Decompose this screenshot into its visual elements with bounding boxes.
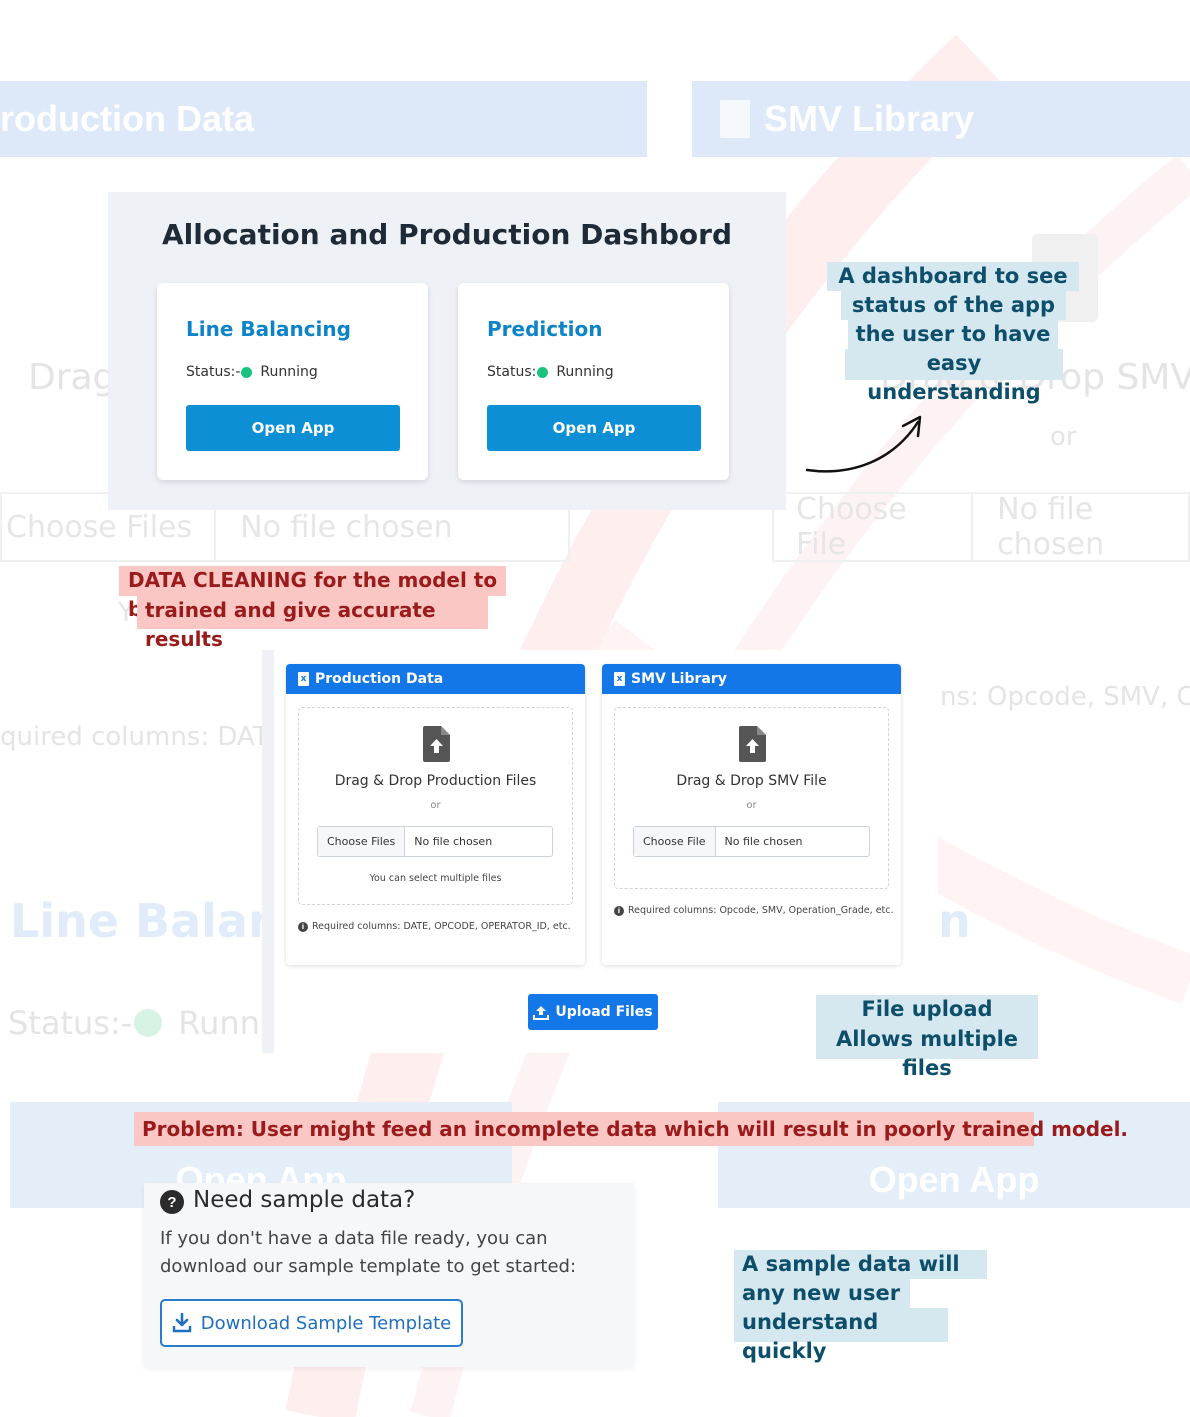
open-app-button[interactable]: Open App bbox=[487, 405, 701, 451]
ghost-status-label: Status:- bbox=[8, 1004, 133, 1042]
status-running-dot-icon bbox=[241, 366, 253, 378]
sample-description: If you don't have a data file ready, you… bbox=[160, 1228, 577, 1277]
dashboard-note-line: A dashboard to see the bbox=[827, 262, 1079, 317]
file-upload-icon bbox=[738, 726, 766, 762]
production-data-header: x Production Data bbox=[286, 664, 585, 694]
ghost-no-file-right: No file chosen bbox=[997, 492, 1105, 562]
required-columns-note: i Required columns: DATE, OPCODE, OPERAT… bbox=[298, 921, 571, 932]
open-app-button[interactable]: Open App bbox=[186, 405, 400, 451]
production-drop-zone[interactable]: Drag & Drop Production Files or Choose F… bbox=[298, 707, 573, 905]
smv-drop-zone[interactable]: Drag & Drop SMV File or Choose File No f… bbox=[614, 707, 889, 889]
ghost-status-dot bbox=[134, 1009, 163, 1037]
upload-section: x Production Data Drag & Drop Production… bbox=[262, 650, 938, 1053]
ghost-smv-label: SMV Library bbox=[764, 98, 975, 139]
file-upload-icon bbox=[422, 726, 450, 762]
dashboard-title: Allocation and Production Dashbord bbox=[161, 218, 733, 251]
sample-title: Need sample data? bbox=[193, 1187, 416, 1213]
ghost-open-app-right-label: Open App bbox=[868, 1159, 1040, 1200]
dashboard-note-line: the user to have an bbox=[848, 320, 1058, 375]
drop-title: Drag & Drop SMV File bbox=[676, 773, 827, 789]
smv-library-card: x SMV Library Drag & Drop SMV File or Ch… bbox=[602, 664, 901, 965]
upload-icon bbox=[533, 1005, 550, 1020]
question-icon: ? bbox=[160, 1190, 184, 1214]
multiple-files-hint: You can select multiple files bbox=[369, 873, 502, 884]
sample-note-line: any new user to bbox=[734, 1279, 910, 1334]
card-status: Status:- Running bbox=[186, 364, 318, 380]
ghost-n: n bbox=[938, 894, 971, 948]
ghost-drag-left: Drag bbox=[28, 357, 116, 398]
download-icon bbox=[172, 1313, 191, 1333]
smv-library-header: x SMV Library bbox=[602, 664, 901, 694]
file-status: No file chosen bbox=[414, 835, 493, 848]
upload-files-label: Upload Files bbox=[555, 1004, 653, 1020]
drop-or: or bbox=[430, 800, 441, 811]
header-label: Production Data bbox=[315, 671, 444, 687]
card-title: Prediction bbox=[487, 317, 603, 341]
excel-file-icon: x bbox=[298, 672, 309, 686]
download-sample-label: Download Sample Template bbox=[200, 1312, 452, 1334]
excel-file-icon: x bbox=[614, 672, 625, 686]
upload-files-button[interactable]: Upload Files bbox=[528, 994, 658, 1030]
production-file-input[interactable]: Choose Files No file chosen bbox=[317, 826, 553, 857]
ghost-choose-file: Choose File bbox=[774, 492, 974, 562]
ghost-no-file-left: No file chosen bbox=[240, 509, 453, 545]
info-icon: i bbox=[614, 905, 624, 916]
drop-title: Drag & Drop Production Files bbox=[334, 773, 537, 789]
ghost-production-label: roduction Data bbox=[0, 98, 255, 139]
dashboard-note-line: status of the app for bbox=[841, 291, 1066, 346]
dashboard-panel: Allocation and Production Dashbord Line … bbox=[108, 192, 786, 510]
ghost-smv-bar: SMV Library bbox=[692, 81, 1190, 157]
required-text: Required columns: Opcode, SMV, Operation… bbox=[628, 905, 894, 916]
prediction-card: Prediction Status: Running Open App bbox=[458, 283, 729, 480]
card-status: Status: Running bbox=[487, 364, 614, 380]
choose-file-button[interactable]: Choose File bbox=[634, 827, 716, 856]
ghost-production-bar: roduction Data bbox=[0, 81, 647, 157]
info-icon: i bbox=[298, 921, 308, 932]
smv-file-input[interactable]: Choose File No file chosen bbox=[633, 826, 870, 857]
upload-side-strip bbox=[262, 650, 274, 1053]
sample-note-line: A sample data will help bbox=[734, 1250, 987, 1305]
status-value: Running bbox=[556, 364, 614, 380]
upload-note-line: File upload options. bbox=[816, 995, 1038, 1050]
file-status: No file chosen bbox=[724, 835, 803, 848]
download-sample-button[interactable]: Download Sample Template bbox=[160, 1299, 463, 1347]
header-label: SMV Library bbox=[631, 671, 727, 687]
curved-arrow-icon bbox=[805, 415, 922, 473]
drop-or: or bbox=[746, 800, 757, 811]
ghost-line-balancing: Line Balan bbox=[10, 894, 281, 948]
choose-files-button[interactable]: Choose Files bbox=[318, 827, 406, 856]
production-data-card: x Production Data Drag & Drop Production… bbox=[286, 664, 585, 965]
ghost-file-input-right: Choose File No file chosen bbox=[772, 492, 1190, 562]
status-label: Status: bbox=[487, 364, 537, 380]
ghost-excel-icon bbox=[720, 100, 750, 138]
cleaning-note-line: DATA CLEANING for the model to be bbox=[119, 566, 506, 621]
card-title: Line Balancing bbox=[186, 317, 351, 341]
cleaning-note-line: trained and give accurate results bbox=[137, 596, 488, 651]
status-running-dot-icon bbox=[537, 366, 549, 378]
ghost-required-right: ns: Opcode, SMV, Ope bbox=[940, 682, 1190, 712]
sample-note-line: understand quickly bbox=[734, 1308, 948, 1363]
required-text: Required columns: DATE, OPCODE, OPERATOR… bbox=[312, 921, 571, 932]
dashboard-note-line: easy understanding bbox=[845, 349, 1063, 404]
problem-note: Problem: User might feed an incomplete d… bbox=[134, 1112, 1128, 1146]
ghost-or: or bbox=[1050, 422, 1077, 452]
ghost-status: Status:- Runnir bbox=[8, 1004, 282, 1042]
line-balancing-card: Line Balancing Status:- Running Open App bbox=[157, 283, 428, 480]
upload-note-line: Allows multiple files bbox=[816, 1025, 1038, 1080]
status-label: Status:- bbox=[186, 364, 241, 380]
status-value: Running bbox=[260, 364, 318, 380]
required-columns-note: i Required columns: Opcode, SMV, Operati… bbox=[614, 905, 894, 916]
sample-data-section: ? Need sample data? If you don't have a … bbox=[144, 1183, 634, 1367]
